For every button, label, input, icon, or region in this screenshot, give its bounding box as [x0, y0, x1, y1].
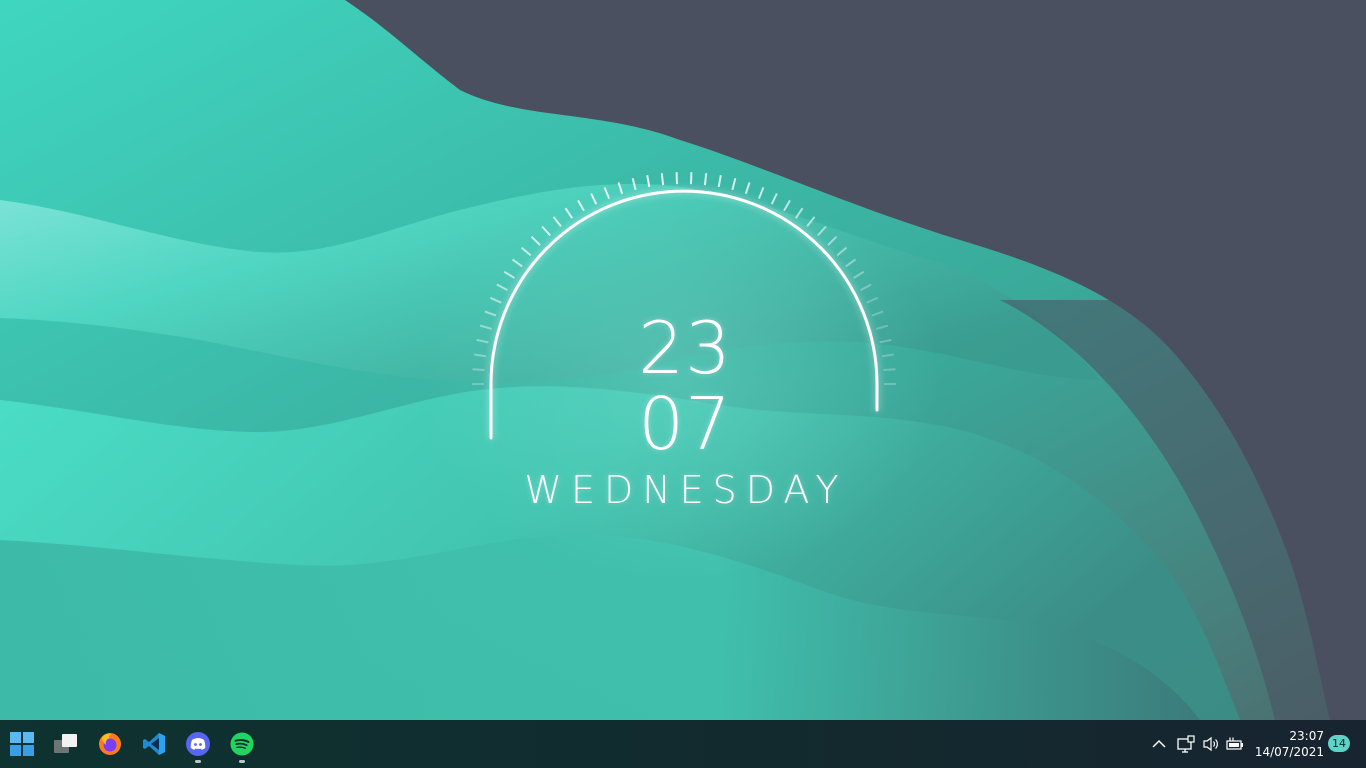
spotify-button[interactable]	[220, 720, 264, 768]
clock-tick	[757, 187, 765, 199]
clock-tick	[783, 199, 791, 212]
discord-button[interactable]	[176, 720, 220, 768]
clock-tick	[836, 246, 848, 257]
task-view-button[interactable]	[44, 720, 88, 768]
desktop[interactable]: 23 07 WEDNESDAY	[0, 0, 1366, 720]
clock-widget: 23 07 WEDNESDAY	[460, 160, 900, 540]
volume-icon	[1203, 736, 1218, 752]
network-icon	[1177, 735, 1195, 753]
clock-tick	[489, 296, 502, 304]
clock-tick	[552, 216, 562, 228]
chevron-up-icon	[1152, 739, 1166, 748]
tray-date: 14/07/2021	[1254, 745, 1324, 759]
clock-minutes: 07	[638, 382, 732, 466]
clock-tick	[646, 175, 651, 188]
spotify-icon	[230, 732, 254, 756]
battery-button[interactable]	[1223, 732, 1247, 756]
notification-badge[interactable]: 14	[1328, 735, 1350, 752]
clock-tick	[794, 207, 804, 219]
running-indicator	[239, 760, 245, 763]
clock-tick	[530, 235, 541, 246]
clock-tick	[817, 225, 827, 237]
tray-clock[interactable]: 23:07 14/07/2021	[1250, 728, 1324, 760]
clock-tick	[603, 187, 611, 199]
clock-tick	[660, 173, 665, 186]
clock-tick	[731, 178, 737, 191]
running-indicator	[195, 760, 201, 763]
clock-tick	[806, 216, 816, 228]
clock-tick	[744, 182, 751, 195]
clock-hours: 23	[638, 306, 732, 390]
vscode-button[interactable]	[132, 720, 176, 768]
clock-tick	[853, 270, 865, 279]
firefox-button[interactable]	[88, 720, 132, 768]
clock-tick	[617, 182, 624, 195]
windows-logo-icon	[10, 732, 34, 756]
clock-tick	[770, 193, 778, 205]
battery-charging-icon	[1226, 737, 1243, 750]
clock-tick	[827, 235, 838, 246]
clock-tick	[503, 270, 515, 279]
network-button[interactable]	[1174, 732, 1198, 756]
firefox-icon	[99, 733, 121, 755]
clock-tick	[520, 246, 532, 257]
tray-time: 23:07	[1289, 729, 1324, 743]
start-button[interactable]	[0, 720, 44, 768]
clock-tick	[577, 199, 585, 212]
clock-tick	[590, 193, 598, 205]
clock-tick	[511, 258, 523, 268]
vscode-icon	[143, 733, 165, 755]
clock-tick	[866, 296, 879, 304]
volume-button[interactable]	[1199, 732, 1223, 756]
clock-tick	[541, 225, 551, 237]
clock-tick	[631, 178, 637, 191]
task-view-icon	[54, 734, 77, 753]
tray-overflow-button[interactable]	[1147, 732, 1171, 756]
clock-tick	[860, 283, 872, 291]
clock-tick	[496, 283, 508, 291]
discord-icon	[186, 732, 210, 756]
clock-tick	[564, 207, 574, 219]
clock-day: WEDNESDAY	[524, 468, 848, 512]
clock-tick	[845, 258, 857, 268]
clock-tick	[717, 175, 722, 188]
taskbar: 23:07 14/07/2021	[0, 720, 1366, 768]
clock-tick	[703, 173, 708, 186]
